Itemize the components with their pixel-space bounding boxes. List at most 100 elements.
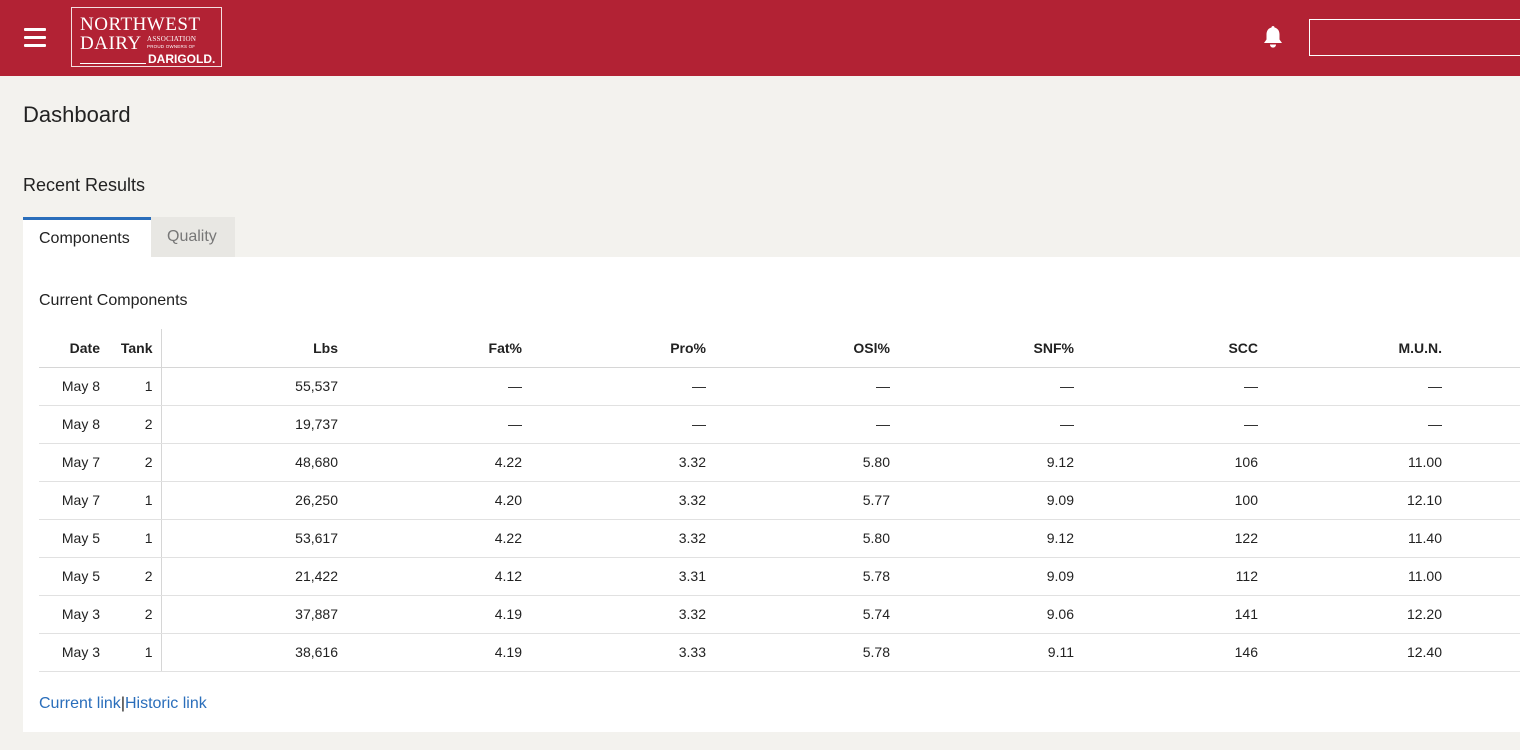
cell-snf: 9.12	[898, 443, 1082, 482]
cell-fat: 4.19	[346, 595, 530, 634]
cell-spacer	[1450, 519, 1520, 558]
cell-osl: 5.74	[714, 595, 898, 634]
col-header-osl: OSl%	[714, 329, 898, 368]
cell-mun: 12.10	[1266, 481, 1450, 520]
current-components-title: Current Components	[39, 292, 188, 309]
tab-components[interactable]: Components	[23, 217, 151, 257]
cell-date: May 7	[39, 443, 108, 482]
col-header-tank: Tank	[108, 329, 162, 368]
search-input[interactable]	[1309, 19, 1520, 56]
cell-date: May 3	[39, 595, 108, 634]
logo-line-northwest: NORTHWEST	[80, 14, 201, 35]
cell-snf: 9.11	[898, 633, 1082, 672]
col-header-snf: SNF%	[898, 329, 1082, 368]
cell-tank: 1	[108, 481, 162, 520]
northwest-dairy-logo[interactable]: NORTHWEST DAIRY ASSOCIATION PROUD OWNERS…	[71, 7, 222, 67]
cell-fat: 4.22	[346, 519, 530, 558]
cell-scc: 112	[1082, 557, 1266, 596]
current-link[interactable]: Current link	[39, 695, 121, 712]
cell-date: May 8	[39, 405, 108, 444]
cell-tank: 1	[108, 633, 162, 672]
cell-pro: 3.31	[530, 557, 714, 596]
logo-line-dairy: DAIRY	[80, 33, 142, 54]
cell-scc: 122	[1082, 519, 1266, 558]
table-row: May 3 1 38,616 4.19 3.33 5.78 9.11 146 1…	[39, 633, 1520, 672]
cell-fat: 4.12	[346, 557, 530, 596]
cell-osl: 5.78	[714, 557, 898, 596]
cell-pro: 3.32	[530, 443, 714, 482]
cell-pro: 3.32	[530, 519, 714, 558]
cell-tank: 1	[108, 367, 162, 406]
top-bar: NORTHWEST DAIRY ASSOCIATION PROUD OWNERS…	[0, 0, 1520, 76]
cell-scc: 146	[1082, 633, 1266, 672]
cell-tank: 2	[108, 557, 162, 596]
cell-fat: —	[346, 405, 530, 444]
logo-line-association: ASSOCIATION	[147, 35, 197, 43]
cell-osl: 5.78	[714, 633, 898, 672]
cell-lbs: 38,616	[161, 633, 346, 672]
logo-underline	[80, 63, 146, 64]
cell-mun: 11.00	[1266, 443, 1450, 482]
logo-line-darigold: DARIGOLD.	[148, 52, 216, 66]
cell-date: May 3	[39, 633, 108, 672]
cell-scc: 106	[1082, 443, 1266, 482]
col-header-lbs: Lbs	[161, 329, 346, 368]
cell-snf: 9.06	[898, 595, 1082, 634]
recent-results-title: Recent Results	[23, 175, 146, 195]
tab-quality[interactable]: Quality	[151, 217, 235, 257]
cell-lbs: 37,887	[161, 595, 346, 634]
hamburger-menu-icon[interactable]	[24, 28, 46, 48]
cell-fat: —	[346, 367, 530, 406]
cell-date: May 8	[39, 367, 108, 406]
cell-spacer	[1450, 633, 1520, 672]
cell-pro: —	[530, 367, 714, 406]
cell-lbs: 55,537	[161, 367, 346, 406]
table-row: May 5 2 21,422 4.12 3.31 5.78 9.09 112 1…	[39, 557, 1520, 596]
col-header-fat: Fat%	[346, 329, 530, 368]
components-panel: Current Components Date Tank Lbs Fat% Pr…	[23, 257, 1520, 732]
cell-osl: 5.80	[714, 443, 898, 482]
table-row: May 7 2 48,680 4.22 3.32 5.80 9.12 106 1…	[39, 443, 1520, 482]
cell-scc: 141	[1082, 595, 1266, 634]
page-title: Dashboard	[23, 102, 131, 127]
col-header-spacer	[1450, 329, 1520, 368]
cell-fat: 4.19	[346, 633, 530, 672]
cell-lbs: 53,617	[161, 519, 346, 558]
cell-tank: 2	[108, 595, 162, 634]
cell-osl: —	[714, 367, 898, 406]
cell-snf: 9.12	[898, 519, 1082, 558]
historic-link[interactable]: Historic link	[125, 695, 207, 712]
table-row: May 5 1 53,617 4.22 3.32 5.80 9.12 122 1…	[39, 519, 1520, 558]
cell-lbs: 26,250	[161, 481, 346, 520]
table-row: May 3 2 37,887 4.19 3.32 5.74 9.06 141 1…	[39, 595, 1520, 634]
cell-mun: 11.40	[1266, 519, 1450, 558]
cell-tank: 2	[108, 443, 162, 482]
cell-pro: —	[530, 405, 714, 444]
cell-mun: 12.40	[1266, 633, 1450, 672]
bell-icon[interactable]	[1261, 24, 1285, 50]
cell-date: May 5	[39, 519, 108, 558]
cell-osl: 5.80	[714, 519, 898, 558]
cell-pro: 3.33	[530, 633, 714, 672]
cell-spacer	[1450, 443, 1520, 482]
result-links: Current link|Historic link	[39, 695, 207, 713]
table-row: May 8 1 55,537 — — — — — —	[39, 367, 1520, 406]
cell-tank: 1	[108, 519, 162, 558]
cell-scc: 100	[1082, 481, 1266, 520]
cell-mun: —	[1266, 405, 1450, 444]
cell-spacer	[1450, 367, 1520, 406]
cell-snf: —	[898, 367, 1082, 406]
cell-spacer	[1450, 557, 1520, 596]
cell-date: May 5	[39, 557, 108, 596]
cell-pro: 3.32	[530, 481, 714, 520]
cell-scc: —	[1082, 405, 1266, 444]
table-row: May 7 1 26,250 4.20 3.32 5.77 9.09 100 1…	[39, 481, 1520, 520]
cell-tank: 2	[108, 405, 162, 444]
cell-osl: —	[714, 405, 898, 444]
cell-mun: —	[1266, 367, 1450, 406]
cell-spacer	[1450, 481, 1520, 520]
cell-snf: —	[898, 405, 1082, 444]
cell-fat: 4.22	[346, 443, 530, 482]
cell-mun: 11.00	[1266, 557, 1450, 596]
cell-lbs: 48,680	[161, 443, 346, 482]
